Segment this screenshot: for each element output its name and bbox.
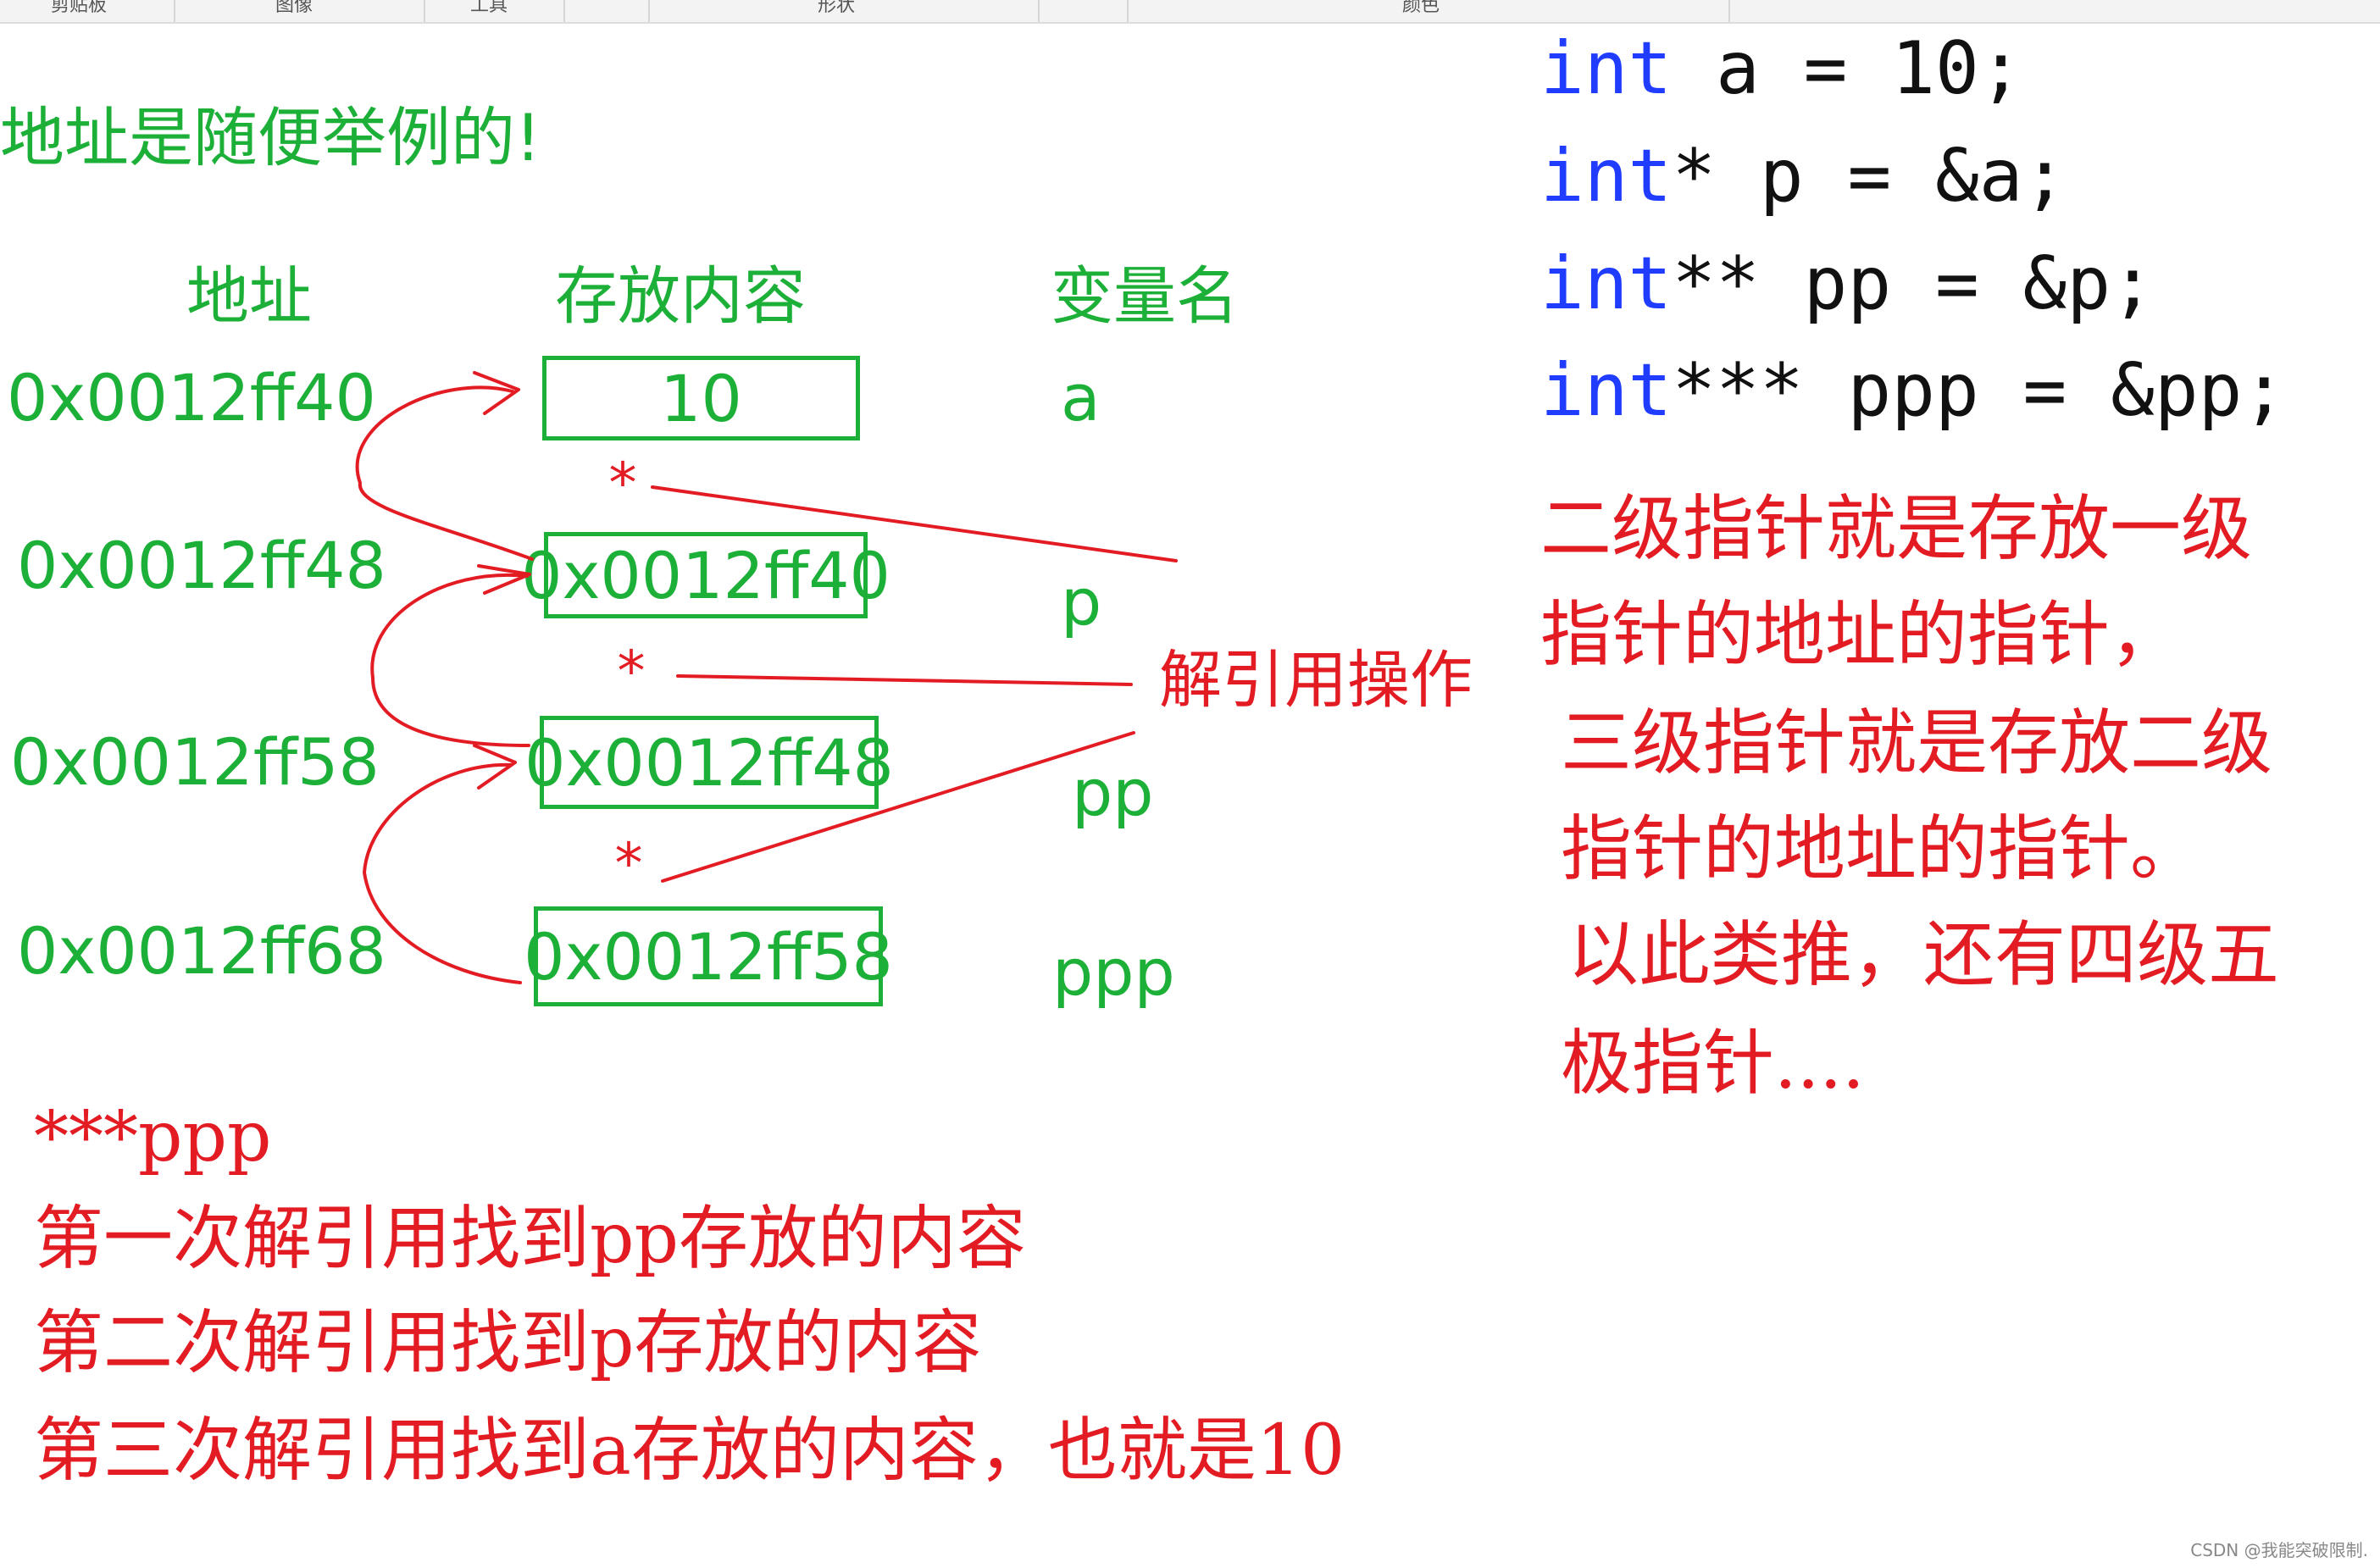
content-box-ppp: 0x0012ff58 [524,906,893,1006]
code-line-4: int*** ppp = &pp; [1540,354,2286,427]
pointer-arrow-ppp-to-pp [363,762,522,984]
bottom-line-3: 第二次解引用找到p存放的内容 [34,1303,982,1383]
arrow-head [473,371,520,415]
code-rest: * p = &a; [1672,134,2067,219]
toolbar: 剪贴板 图像 工具 形状 颜色 [0,0,2380,24]
toolbar-separator [174,0,175,22]
explanation-line-6: 极指针.... [1561,1022,1865,1105]
code-line-1: int a = 10; [1540,32,2023,105]
toolbar-separator [1127,0,1129,22]
toolbar-colors-label[interactable]: 颜色 [1402,0,1440,17]
toolbar-separator [424,0,425,22]
deref-label: 解引用操作 [1159,644,1473,717]
toolbar-separator [1038,0,1040,22]
address-pp: 0x0012ff58 [10,724,380,800]
variable-name-a: a [1061,360,1101,435]
code-line-3: int** pp = &p; [1540,247,2155,320]
address-ppp: 0x0012ff68 [17,913,386,989]
toolbar-separator [563,0,565,22]
header-address: 地址 [186,260,312,333]
bottom-line-2: 第一次解引用找到pp存放的内容 [34,1199,1026,1279]
deref-star-2: * [618,639,646,704]
content-box-p: 0x0012ff40 [521,532,890,618]
code-keyword: int [1540,348,1673,433]
bottom-line-4: 第三次解引用找到a存放的内容，也就是10 [34,1410,1345,1491]
pointer-arrow-pp-to-p [370,573,530,747]
content-box-pp: 0x0012ff48 [524,716,894,809]
header-content: 存放内容 [555,260,806,333]
deref-star-3: * [615,831,643,896]
code-keyword: int [1540,134,1673,219]
toolbar-clipboard-label[interactable]: 剪贴板 [51,0,107,17]
variable-name-p: p [1061,564,1102,640]
explanation-line-4: 指针的地址的指针。 [1561,807,2202,890]
toolbar-shapes-label[interactable]: 形状 [818,0,855,17]
address-p: 0x0012ff48 [17,528,386,603]
code-rest: *** ppp = &pp; [1672,348,2287,433]
watermark: CSDN @我能突破限制. [2190,1540,2368,1560]
explanation-line-3: 三级指针就是存放二级 [1561,701,2273,784]
deref-line-2 [676,674,1133,686]
variable-name-pp: pp [1072,755,1154,830]
arrow-head [473,744,517,790]
toolbar-separator [648,0,650,22]
variable-name-ppp: ppp [1052,934,1175,1010]
toolbar-image-label[interactable]: 图像 [275,0,313,17]
explanation-line-2: 指针的地址的指针， [1540,593,2182,676]
code-line-2: int* p = &a; [1540,140,2067,213]
address-a: 0x0012ff40 [7,360,376,435]
explanation-line-5: 以此类推，还有四级五 [1567,913,2280,996]
explanation-line-1: 二级指针就是存放一级 [1540,487,2253,570]
toolbar-tools-label[interactable]: 工具 [470,0,508,17]
code-rest: ** pp = &p; [1672,241,2155,326]
bottom-line-1: ***ppp [34,1097,272,1177]
code-keyword: int [1540,26,1673,111]
code-rest: a = 10; [1672,26,2023,111]
code-keyword: int [1540,241,1673,326]
header-variable-name: 变量名 [1051,260,1239,333]
content-box-a: 10 [542,356,860,440]
toolbar-separator [1728,0,1730,22]
deref-star-1: * [609,451,637,516]
address-note: 地址是随便举例的! [0,100,541,175]
